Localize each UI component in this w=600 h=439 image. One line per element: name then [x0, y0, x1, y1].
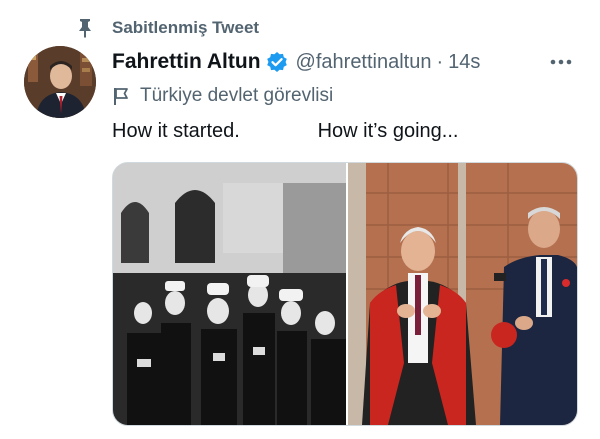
author-display-name[interactable]: Fahrettin Altun [112, 50, 261, 74]
more-options-icon[interactable] [548, 54, 574, 70]
tweet-text: How it started. How it’s going... [112, 120, 459, 142]
ceremony-photo[interactable] [348, 163, 577, 425]
avatar[interactable] [24, 46, 96, 118]
affiliation-label: Türkiye devlet görevlisi [140, 85, 334, 106]
separator-dot: · [436, 50, 444, 73]
verified-badge-icon [266, 51, 288, 73]
historical-group-photo[interactable] [113, 163, 346, 425]
pinned-label: Sabitlenmiş Tweet [112, 18, 260, 37]
government-label[interactable]: Türkiye devlet görevlisi [112, 83, 333, 109]
tweet-header: Fahrettin Altun @fahrettinaltun · 14s [112, 48, 480, 76]
author-handle[interactable]: @fahrettinaltun [296, 51, 432, 74]
tweet-media[interactable] [112, 162, 578, 426]
flag-icon [112, 86, 130, 106]
tweet-timestamp[interactable]: 14s [448, 51, 480, 74]
pin-icon [74, 17, 96, 39]
pinned-tweet-indicator: Sabitlenmiş Tweet [74, 17, 259, 39]
